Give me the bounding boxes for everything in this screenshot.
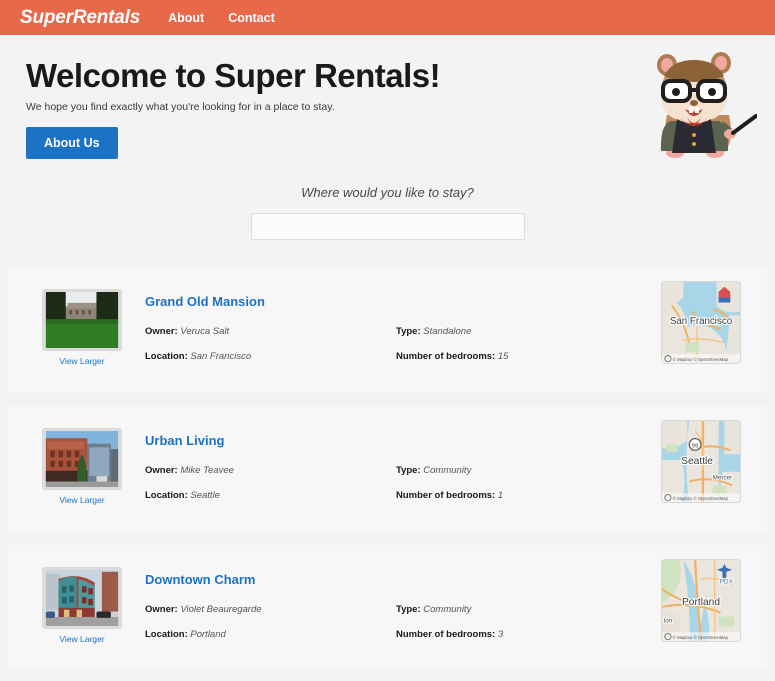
- rental-image-column: View Larger: [34, 567, 130, 647]
- nav-link-about[interactable]: About: [168, 11, 204, 25]
- map-city-label: Seattle: [681, 456, 713, 467]
- type-label: Type:: [396, 465, 421, 476]
- rental-listings: View Larger Grand Old Mansion Owner: Ver…: [0, 267, 775, 670]
- location-value: Portland: [190, 629, 226, 640]
- type-label: Type:: [396, 326, 421, 337]
- brand-logo[interactable]: SuperRentals: [20, 7, 140, 29]
- location-value: San Francisco: [190, 351, 252, 362]
- tomster-mascot-icon: [637, 43, 758, 168]
- rental-type: Type: Standalone: [396, 326, 471, 337]
- rental-location: Location: Portland: [145, 629, 226, 640]
- rental-map-thumbnail[interactable]: PDX Portland ton © Mapbox © OpenStreetMa…: [661, 559, 741, 642]
- rental-title-link[interactable]: Downtown Charm: [145, 572, 256, 587]
- about-us-button[interactable]: About Us: [26, 126, 118, 159]
- type-value: Community: [423, 465, 472, 476]
- bedrooms-value: 3: [497, 629, 504, 640]
- rental-image-column: View Larger: [34, 428, 130, 508]
- map-attribution: © Mapbox © OpenStreetMap: [673, 357, 729, 362]
- rental-bedrooms: Number of bedrooms: 15: [396, 351, 508, 362]
- location-label: Location:: [145, 629, 188, 640]
- rental-bedrooms: Number of bedrooms: 1: [396, 490, 503, 501]
- rental-photo[interactable]: [42, 289, 122, 351]
- map-secondary-label: Mercer: [713, 475, 733, 482]
- nav-link-contact[interactable]: Contact: [228, 11, 275, 25]
- rental-type: Type: Community: [396, 604, 471, 615]
- owner-value: Veruca Salt: [180, 326, 230, 337]
- map-secondary-label: PDX: [720, 578, 734, 585]
- owner-label: Owner:: [145, 604, 178, 615]
- rental-location: Location: San Francisco: [145, 351, 251, 362]
- rental-owner: Owner: Violet Beauregarde: [145, 604, 262, 615]
- map-attribution: © Mapbox © OpenStreetMap: [673, 635, 729, 640]
- hero-section: Welcome to Super Rentals! We hope you fi…: [0, 35, 775, 267]
- bedrooms-label: Number of bedrooms:: [396, 351, 496, 362]
- search-section: Where would you like to stay?: [0, 185, 775, 240]
- location-label: Location:: [145, 490, 188, 501]
- top-navbar: SuperRentals About Contact: [0, 0, 775, 35]
- map-city-label: San Francisco: [670, 316, 733, 327]
- bedrooms-value: 1: [497, 490, 504, 501]
- type-value: Standalone: [423, 326, 472, 337]
- map-city-label: Portland: [682, 597, 720, 608]
- rental-listing-item: View Larger Urban Living Owner: Mike Tea…: [8, 406, 767, 531]
- nav-links: About Contact: [168, 11, 275, 25]
- svg-text:99: 99: [692, 443, 699, 449]
- view-larger-link[interactable]: View Larger: [59, 356, 104, 366]
- rental-owner: Owner: Veruca Salt: [145, 326, 229, 337]
- bedrooms-value: 15: [497, 351, 509, 362]
- rental-photo[interactable]: [42, 567, 122, 629]
- rental-photo[interactable]: [42, 428, 122, 490]
- view-larger-link[interactable]: View Larger: [59, 634, 104, 644]
- type-value: Community: [423, 604, 472, 615]
- owner-label: Owner:: [145, 326, 178, 337]
- bedrooms-label: Number of bedrooms:: [396, 629, 496, 640]
- map-attribution: © Mapbox © OpenStreetMap: [673, 496, 729, 501]
- rental-location: Location: Seattle: [145, 490, 220, 501]
- owner-label: Owner:: [145, 465, 178, 476]
- owner-value: Violet Beauregarde: [180, 604, 262, 615]
- location-value: Seattle: [190, 490, 220, 501]
- view-larger-link[interactable]: View Larger: [59, 495, 104, 505]
- rental-title-link[interactable]: Grand Old Mansion: [145, 294, 265, 309]
- rental-listing-item: View Larger Grand Old Mansion Owner: Ver…: [8, 267, 767, 392]
- owner-value: Mike Teavee: [180, 465, 234, 476]
- search-label: Where would you like to stay?: [301, 185, 474, 200]
- rental-map-thumbnail[interactable]: 99 Seattle Mercer © Mapbox © OpenStreetM…: [661, 420, 741, 503]
- rental-owner: Owner: Mike Teavee: [145, 465, 234, 476]
- rental-bedrooms: Number of bedrooms: 3: [396, 629, 503, 640]
- rental-listing-item: View Larger Downtown Charm Owner: Violet…: [8, 545, 767, 670]
- rental-type: Type: Community: [396, 465, 471, 476]
- type-label: Type:: [396, 604, 421, 615]
- rental-map-thumbnail[interactable]: San Francisco © Mapbox © OpenStreetMap: [661, 281, 741, 364]
- location-label: Location:: [145, 351, 188, 362]
- svg-text:ton: ton: [663, 617, 672, 624]
- rental-image-column: View Larger: [34, 289, 130, 369]
- rental-title-link[interactable]: Urban Living: [145, 433, 224, 448]
- bedrooms-label: Number of bedrooms:: [396, 490, 496, 501]
- search-input[interactable]: [250, 213, 525, 240]
